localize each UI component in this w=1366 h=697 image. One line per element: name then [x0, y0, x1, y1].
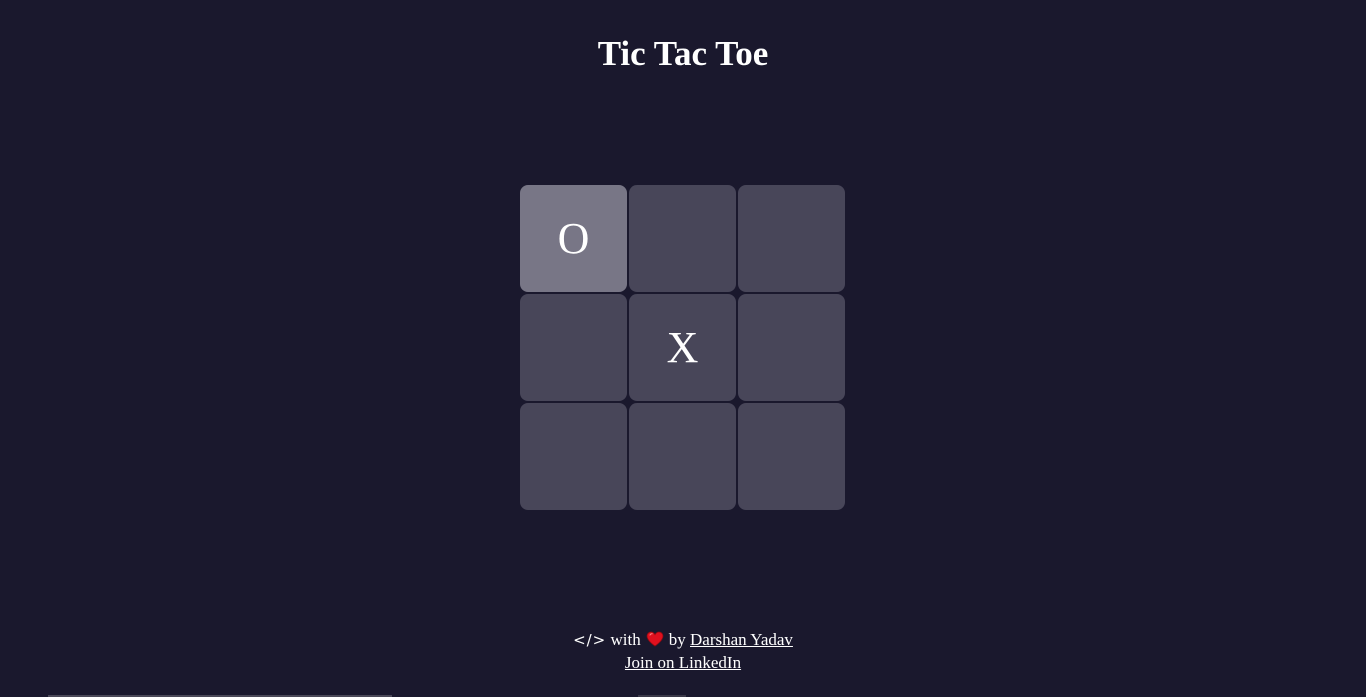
board-cell-6[interactable] — [738, 294, 845, 401]
board-cell-7[interactable] — [520, 403, 627, 510]
credit-line: </> with by Darshan Yadav — [0, 629, 1366, 652]
by-text: by — [668, 630, 686, 649]
board-cell-4[interactable] — [520, 294, 627, 401]
linkedin-link[interactable]: Join on LinkedIn — [625, 653, 741, 672]
board-cell-9[interactable] — [738, 403, 845, 510]
linkedin-line: Join on LinkedIn — [0, 652, 1366, 673]
board-cell-3[interactable] — [738, 185, 845, 292]
code-icon: </> — [573, 631, 607, 649]
game-board: O X — [520, 185, 847, 511]
board-cell-5[interactable]: X — [629, 294, 736, 401]
board-cell-2[interactable] — [629, 185, 736, 292]
heart-icon — [646, 631, 664, 652]
game-page: Tic Tac Toe O X </> with by Darshan Yadav… — [0, 0, 1366, 697]
footer: </> with by Darshan Yadav Join on LinkedI… — [0, 629, 1366, 673]
page-title: Tic Tac Toe — [597, 34, 769, 73]
author-link[interactable]: Darshan Yadav — [690, 630, 793, 649]
board-cell-8[interactable] — [629, 403, 736, 510]
with-text: with — [610, 630, 641, 649]
board-cell-1[interactable]: O — [520, 185, 627, 292]
